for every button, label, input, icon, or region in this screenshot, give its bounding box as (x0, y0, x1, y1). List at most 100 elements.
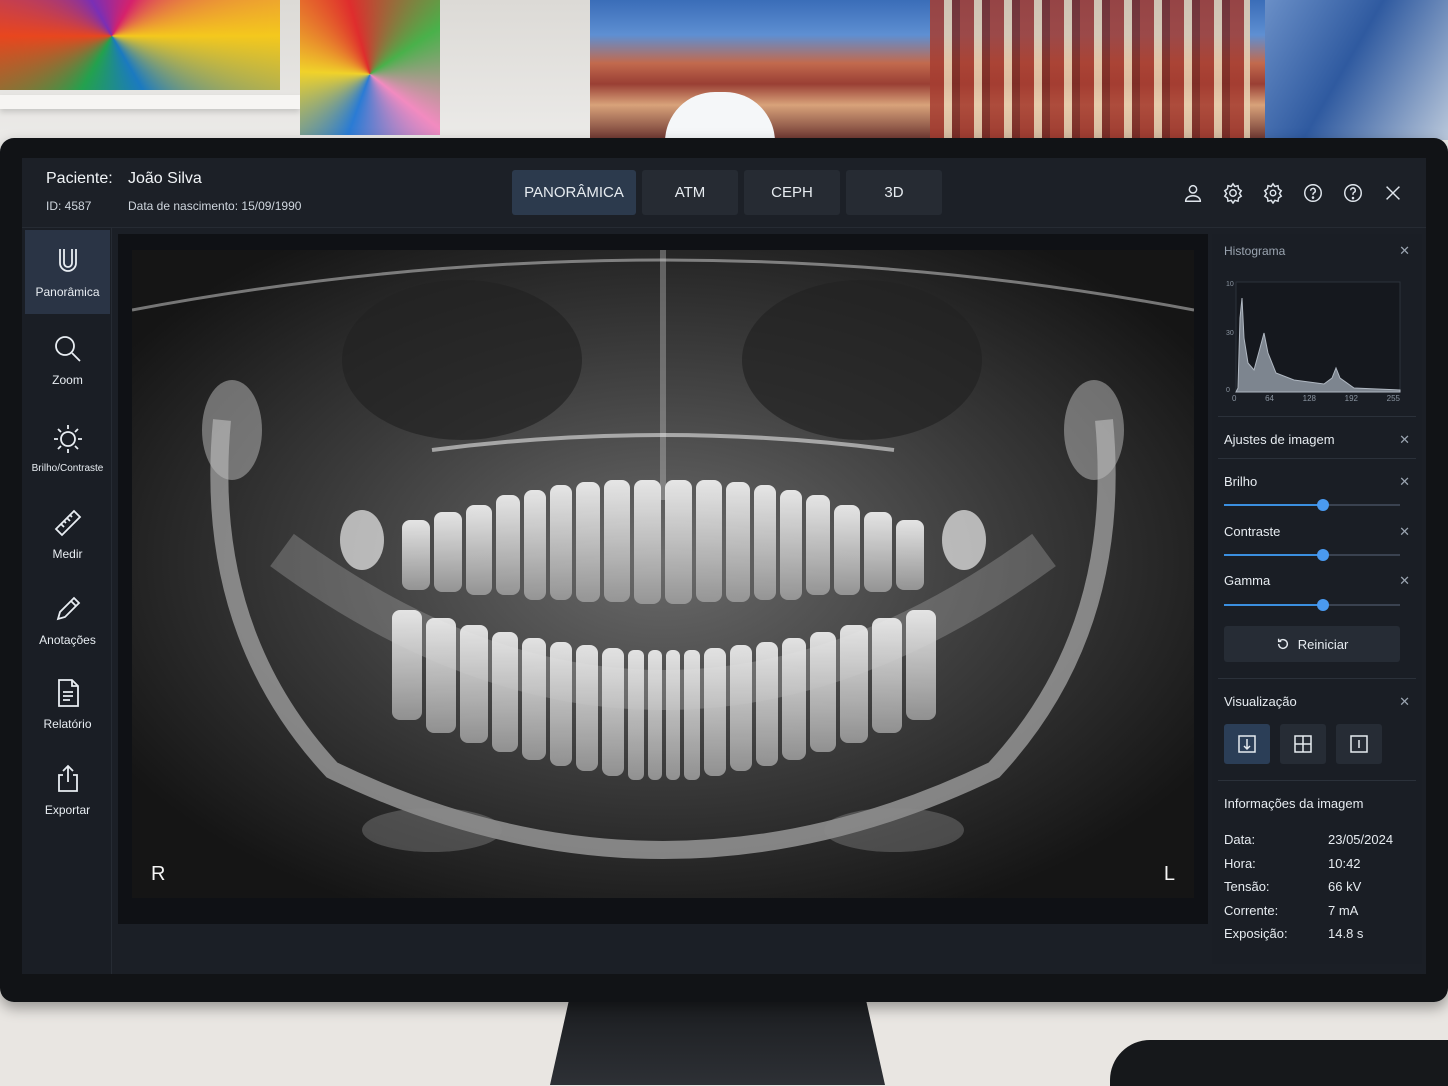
monitor-stand (550, 995, 885, 1085)
settings-icon[interactable] (1220, 180, 1246, 206)
slider-label-brilho: Brilho (1224, 474, 1258, 489)
compare-view-icon (1350, 735, 1368, 753)
brilho-reset-icon[interactable]: ✕ (1399, 474, 1410, 490)
user-icon[interactable] (1180, 180, 1206, 206)
tool-relatorio[interactable]: Relatório (25, 662, 110, 746)
compare-view-button[interactable] (1336, 724, 1382, 764)
view-mode-buttons (1224, 724, 1382, 764)
info-row-exposicao: Exposição: 14.8 s (1224, 926, 1400, 941)
close-icon[interactable] (1380, 180, 1406, 206)
tool-zoom[interactable]: Zoom (25, 318, 110, 402)
side-marker-left: L (1163, 863, 1175, 885)
histogram-close-icon[interactable]: ✕ (1399, 243, 1410, 259)
grid-view-button[interactable] (1280, 724, 1326, 764)
ruler-icon (54, 509, 81, 537)
tab-atm[interactable]: ATM (642, 170, 738, 215)
tool-label: Relatório (43, 717, 92, 731)
reset-button-label: Reiniciar (1297, 636, 1349, 652)
mouse (1110, 1040, 1448, 1086)
info-row-corrente: Corrente: 7 mA (1224, 903, 1400, 918)
tab-ceph[interactable]: CEPH (744, 170, 840, 215)
info-value: 7 mA (1328, 903, 1359, 918)
room-background (0, 0, 1448, 160)
info-row-hora: Hora: 10:42 (1224, 856, 1400, 871)
contraste-reset-icon[interactable]: ✕ (1399, 524, 1410, 540)
info-label: Tensão: (1224, 879, 1270, 894)
gamma-reset-icon[interactable]: ✕ (1399, 573, 1410, 589)
histogram-y-tick: 0 (1226, 387, 1230, 394)
info-label: Corrente: (1224, 903, 1279, 918)
zoom-icon (54, 336, 81, 362)
tool-label: Panorâmica (35, 285, 100, 299)
info-label: Data: (1224, 832, 1256, 847)
slider-label-gamma: Gamma (1224, 573, 1271, 588)
info-value: 23/05/2024 (1328, 832, 1394, 847)
slider-thumb[interactable] (1316, 499, 1329, 511)
pencil-icon (56, 596, 80, 621)
patient-name: João Silva (128, 170, 202, 187)
histogram-y-tick: 10 (1226, 281, 1234, 288)
histogram-x-tick: 192 (1344, 394, 1358, 403)
histogram-chart: 10 30 0 0 64 128 192 255 (1224, 278, 1402, 403)
histogram-x-tick: 255 (1386, 394, 1400, 403)
gamma-slider[interactable] (1224, 598, 1400, 612)
info-row-data: Data: 23/05/2024 (1224, 832, 1400, 847)
export-icon (57, 764, 78, 792)
info-value: 66 kV (1328, 879, 1362, 894)
header-actions (1180, 180, 1406, 206)
slider-label-contraste: Contraste (1224, 524, 1281, 539)
wall-painting (1265, 0, 1448, 140)
histogram-title: Histograma (1224, 244, 1286, 258)
help-icon[interactable] (1300, 180, 1326, 206)
slider-thumb[interactable] (1316, 549, 1329, 561)
adjustments-close-icon[interactable]: ✕ (1399, 432, 1410, 448)
histogram-x-tick: 128 (1302, 394, 1316, 403)
tool-exportar[interactable]: Exportar (25, 748, 110, 832)
histogram-x-tick: 64 (1265, 394, 1274, 403)
visualization-close-icon[interactable]: ✕ (1399, 694, 1410, 710)
shelf (0, 95, 300, 109)
help-alt-icon[interactable] (1340, 180, 1366, 206)
info-label: Exposição: (1224, 926, 1288, 941)
side-marker-right: R (151, 863, 166, 885)
brightness-icon (53, 424, 82, 453)
tool-label: Brilho/Contraste (31, 462, 104, 474)
histogram-x-tick: 0 (1232, 394, 1237, 403)
panoramic-icon (58, 249, 77, 272)
divider (1218, 678, 1416, 679)
contraste-slider[interactable] (1224, 548, 1400, 562)
tool-brilho-contraste[interactable]: Brilho/Contraste (25, 406, 110, 490)
tool-sidebar: Panorâmica Zoom Brilho/Contraste Medir A… (22, 228, 112, 974)
patient-label: Paciente: (46, 170, 113, 187)
single-view-button[interactable] (1224, 724, 1270, 764)
histogram-y-tick: 30 (1226, 330, 1234, 337)
wall-painting-detail (930, 0, 1250, 140)
right-panel: Histograma ✕ 10 30 0 0 64 128 192 255 Aj… (1212, 234, 1422, 964)
tool-medir[interactable]: Medir (25, 492, 110, 576)
divider (1218, 458, 1416, 459)
image-info-title: Informações da imagem (1224, 796, 1364, 811)
tab-panoramica[interactable]: PANORÂMICA (512, 170, 636, 215)
slider-thumb[interactable] (1316, 599, 1329, 611)
divider (1218, 416, 1416, 417)
tool-panoramica[interactable]: Panorâmica (25, 230, 110, 314)
panoramic-xray-image[interactable]: R L (132, 250, 1194, 898)
brilho-slider[interactable] (1224, 498, 1400, 512)
preferences-icon[interactable] (1260, 180, 1286, 206)
info-row-tensao: Tensão: 66 kV (1224, 879, 1400, 894)
reset-button[interactable]: Reiniciar (1224, 626, 1400, 662)
info-value: 14.8 s (1328, 926, 1364, 941)
tool-label: Medir (52, 547, 83, 561)
wall-painting (0, 0, 280, 90)
tab-3d[interactable]: 3D (846, 170, 942, 215)
app-screen: Paciente: João Silva ID: 4587 Data de na… (22, 158, 1426, 974)
patient-id: ID: 4587 (46, 199, 92, 213)
patient-dob: Data de nascimento: 15/09/1990 (128, 199, 302, 213)
info-value: 10:42 (1328, 856, 1361, 871)
wall-painting (300, 0, 440, 135)
tool-label: Zoom (52, 373, 83, 387)
single-view-icon (1238, 735, 1256, 753)
image-viewer[interactable]: R L (118, 234, 1208, 924)
tool-anotacoes[interactable]: Anotações (25, 578, 110, 662)
visualization-title: Visualização (1224, 694, 1297, 709)
